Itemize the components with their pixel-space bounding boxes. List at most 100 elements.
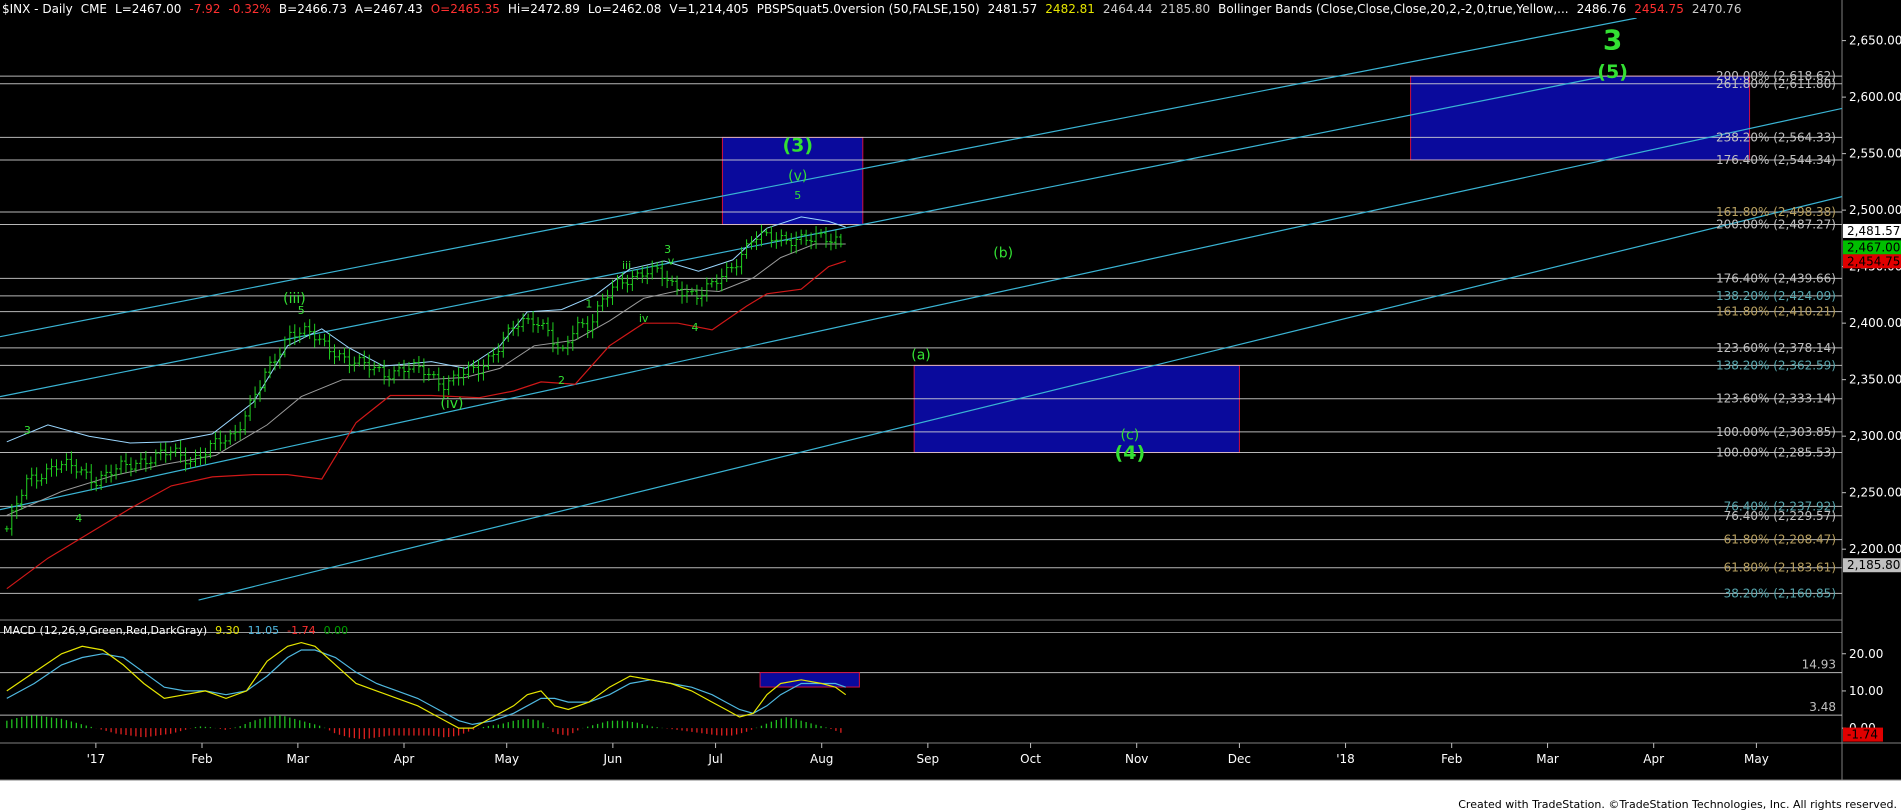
header-item-15: 2486.76 [1577,2,1627,16]
time-axis-label-12: '18 [1336,752,1355,766]
macd-axis-label-0: 20.00 [1849,647,1883,661]
time-axis-label-3: Apr [394,752,415,766]
header-item-16: 2454.75 [1634,2,1684,16]
wave-label-13: (v) [788,169,807,185]
macd-axis-label-1: 10.00 [1849,684,1883,698]
header-item-9: PBSPSquat5.0version (50,FALSE,150) [757,2,980,16]
macd-title-value-1: 11.05 [248,624,280,637]
wave-label-0: 3 [24,424,31,437]
price-axis-label-3: 2,500.00 [1849,203,1901,217]
target-box-2 [913,364,1240,454]
price-tag-1: 2,467.00 [1847,240,1900,254]
price-axis-label-9: 2,200.00 [1849,542,1901,556]
wave-label-7: iii [622,259,631,272]
time-axis-label-7: Aug [810,752,833,766]
fib-label-1: 261.80% (2,611.80) [1716,77,1836,91]
wave-label-5: 2 [558,374,565,387]
price-axis-label-6: 2,350.00 [1849,373,1901,387]
wave-label-3: 5 [298,304,305,317]
header-item-0: L=2467.00 [115,2,181,16]
wave-label-16: (a) [911,347,931,363]
time-axis-label-15: Apr [1643,752,1664,766]
header-item-13: 2185.80 [1161,2,1211,16]
header-bar: $INX - Daily CME L=2467.00 -7.92 -0.32% B=246… [2,2,1741,16]
header-item-6: Hi=2472.89 [508,2,580,16]
wave-label-1: 4 [75,512,82,525]
time-axis-label-1: Feb [191,752,212,766]
wave-label-15: (b) [993,246,1013,262]
price-axis-label-7: 2,300.00 [1849,429,1901,443]
fib-label-11: 123.60% (2,333.14) [1716,392,1836,406]
time-axis-label-14: Mar [1536,752,1559,766]
time-axis-label-9: Oct [1020,752,1041,766]
time-axis-label-8: Sep [917,752,940,766]
fib-label-2: 238.20% (2,564.33) [1716,130,1836,144]
fib-label-15: 76.40% (2,229.57) [1724,509,1836,523]
fib-label-12: 100.00% (2,303.85) [1716,425,1836,439]
wave-label-6: 1 [585,297,592,310]
macd-level-label-0: 14.93 [1802,658,1836,672]
price-axis-label-2: 2,550.00 [1849,147,1901,161]
wave-label-12: (3) [782,134,813,156]
fib-label-10: 138.20% (2,362.59) [1716,358,1836,372]
time-axis-label-4: May [494,752,519,766]
fib-label-3: 176.40% (2,544.34) [1716,153,1836,167]
macd-tag-0: -1.74 [1847,728,1878,742]
time-axis-label-11: Dec [1228,752,1251,766]
symbol-label: $INX - Daily [2,2,73,16]
header-item-14: Bollinger Bands (Close,Close,Close,20,2,… [1218,2,1568,16]
fib-label-13: 100.00% (2,285.53) [1716,446,1836,460]
wave-label-19: 3 [1603,24,1622,57]
target-box-3 [1410,75,1751,161]
wave-label-10: v [668,254,675,267]
wave-label-4: (iv) [440,396,463,412]
header-item-4: A=2467.43 [355,2,423,16]
chart-window: 3 4 (iii) 5 (iv) 2 1 iii iv 3 v 4 (3) (v) 5 (b) (a) (c) (4… [0,0,1901,812]
time-axis-label-0: '17 [87,752,106,766]
time-axis-label-2: Mar [287,752,310,766]
macd-title-value-3: 0.00 [324,624,349,637]
wave-label-20: (5) [1597,61,1628,83]
header-item-11: 2482.81 [1045,2,1095,16]
header-item-12: 2464.44 [1103,2,1153,16]
fib-label-17: 61.80% (2,183.61) [1724,561,1836,575]
fib-label-18: 38.20% (2,160.85) [1724,586,1836,600]
header-item-8: V=1,214,405 [669,2,748,16]
time-axis-label-6: Jul [707,752,722,766]
price-tag-3: 2,185.80 [1847,558,1900,572]
time-axis-label-10: Nov [1125,752,1148,766]
header-item-1: -7.92 [189,2,220,16]
wave-label-18: (4) [1115,442,1146,464]
header-item-7: Lo=2462.08 [588,2,662,16]
price-tag-2: 2,454.75 [1847,254,1900,268]
wave-label-14: 5 [794,189,801,202]
exchange-label: CME [81,2,107,16]
header-item-2: -0.32% [228,2,270,16]
price-axis-label-8: 2,250.00 [1849,486,1901,500]
macd-title-value-0: 9.30 [215,624,240,637]
macd-target-box [759,672,860,688]
macd-title: MACD (12,26,9,Green,Red,DarkGray) [3,624,207,637]
time-axis-label-16: May [1744,752,1769,766]
header-item-17: 2470.76 [1692,2,1742,16]
price-tag-0: 2,481.57 [1847,224,1900,238]
wave-label-11: 4 [692,321,699,334]
time-axis-label-5: Jun [602,752,622,766]
price-axis-label-0: 2,650.00 [1849,34,1901,48]
fib-label-8: 161.80% (2,410.21) [1716,305,1836,319]
footer-credit: Created with TradeStation. ©TradeStation… [1458,798,1897,811]
wave-label-8: iv [639,312,649,325]
header-item-3: B=2466.73 [279,2,347,16]
fib-label-6: 176.40% (2,439.66) [1716,271,1836,285]
price-chart-canvas[interactable]: 34(iii)5(iv)21iiiiv3v4(3)(v)5(b)(a)(c)(4… [0,0,1901,812]
fib-label-16: 61.80% (2,208.47) [1724,533,1836,547]
header-item-10: 2481.57 [988,2,1038,16]
time-axis-label-13: Feb [1441,752,1462,766]
fib-label-5: 200.00% (2,487.27) [1716,218,1836,232]
price-axis-label-1: 2,600.00 [1849,90,1901,104]
header-item-5: O=2465.35 [431,2,500,16]
price-axis-label-5: 2,400.00 [1849,316,1901,330]
fib-label-7: 138.20% (2,424.09) [1716,289,1836,303]
macd-level-label-1: 3.48 [1809,700,1836,714]
fib-label-9: 123.60% (2,378.14) [1716,341,1836,355]
